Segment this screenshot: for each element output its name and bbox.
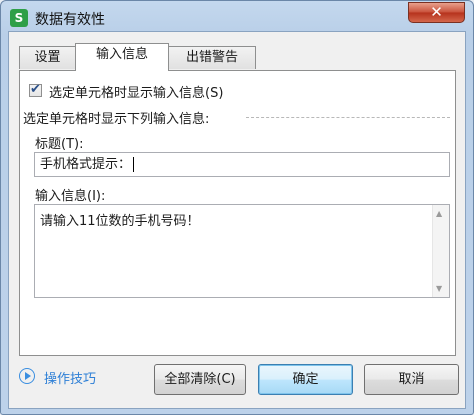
- section-label: 选定单元格时显示下列输入信息:: [23, 112, 210, 127]
- show-input-info-label[interactable]: 选定单元格时显示输入信息(S): [49, 82, 223, 101]
- message-textarea[interactable]: 请输入11位数的手机号码！ ▲ ▼: [34, 204, 450, 298]
- show-input-info-checkbox[interactable]: ✔: [29, 82, 42, 97]
- data-validation-dialog: S 数据有效性 ✕ 设置 输入信息 出错警告 ✔ 选定单元格时显示输入信息(S)…: [0, 0, 474, 415]
- tab-error-alert[interactable]: 出错警告: [168, 46, 256, 69]
- tab-input-info[interactable]: 输入信息: [75, 43, 169, 71]
- clear-all-button[interactable]: 全部清除(C): [154, 364, 246, 395]
- play-circle-icon: [19, 368, 35, 384]
- dialog-body: 设置 输入信息 出错警告 ✔ 选定单元格时显示输入信息(S) 选定单元格时显示下…: [8, 31, 466, 409]
- scroll-down-icon[interactable]: ▼: [436, 284, 442, 293]
- title-field-label: 标题(T):: [35, 137, 84, 152]
- tips-label[interactable]: 操作技巧: [44, 368, 96, 387]
- message-scrollbar[interactable]: ▲ ▼: [432, 205, 449, 297]
- message-textarea-value: 请输入11位数的手机号码！: [40, 214, 200, 229]
- close-button[interactable]: ✕: [408, 2, 465, 23]
- cancel-button[interactable]: 取消: [364, 364, 459, 395]
- tab-settings[interactable]: 设置: [19, 46, 76, 69]
- app-logo-icon: S: [10, 9, 28, 27]
- title-bar[interactable]: S 数据有效性 ✕: [1, 1, 473, 33]
- section-divider: [246, 117, 450, 118]
- title-input[interactable]: 手机格式提示：: [34, 152, 450, 177]
- dialog-title: 数据有效性: [35, 12, 105, 28]
- message-field-label: 输入信息(I):: [35, 189, 106, 204]
- title-input-value: 手机格式提示：: [40, 157, 132, 172]
- text-caret: [133, 157, 135, 172]
- checkmark-icon: ✔: [30, 82, 41, 97]
- scroll-up-icon[interactable]: ▲: [436, 209, 442, 218]
- input-info-panel: ✔ 选定单元格时显示输入信息(S) 选定单元格时显示下列输入信息: 标题(T):…: [19, 70, 456, 356]
- ok-button[interactable]: 确定: [258, 364, 353, 395]
